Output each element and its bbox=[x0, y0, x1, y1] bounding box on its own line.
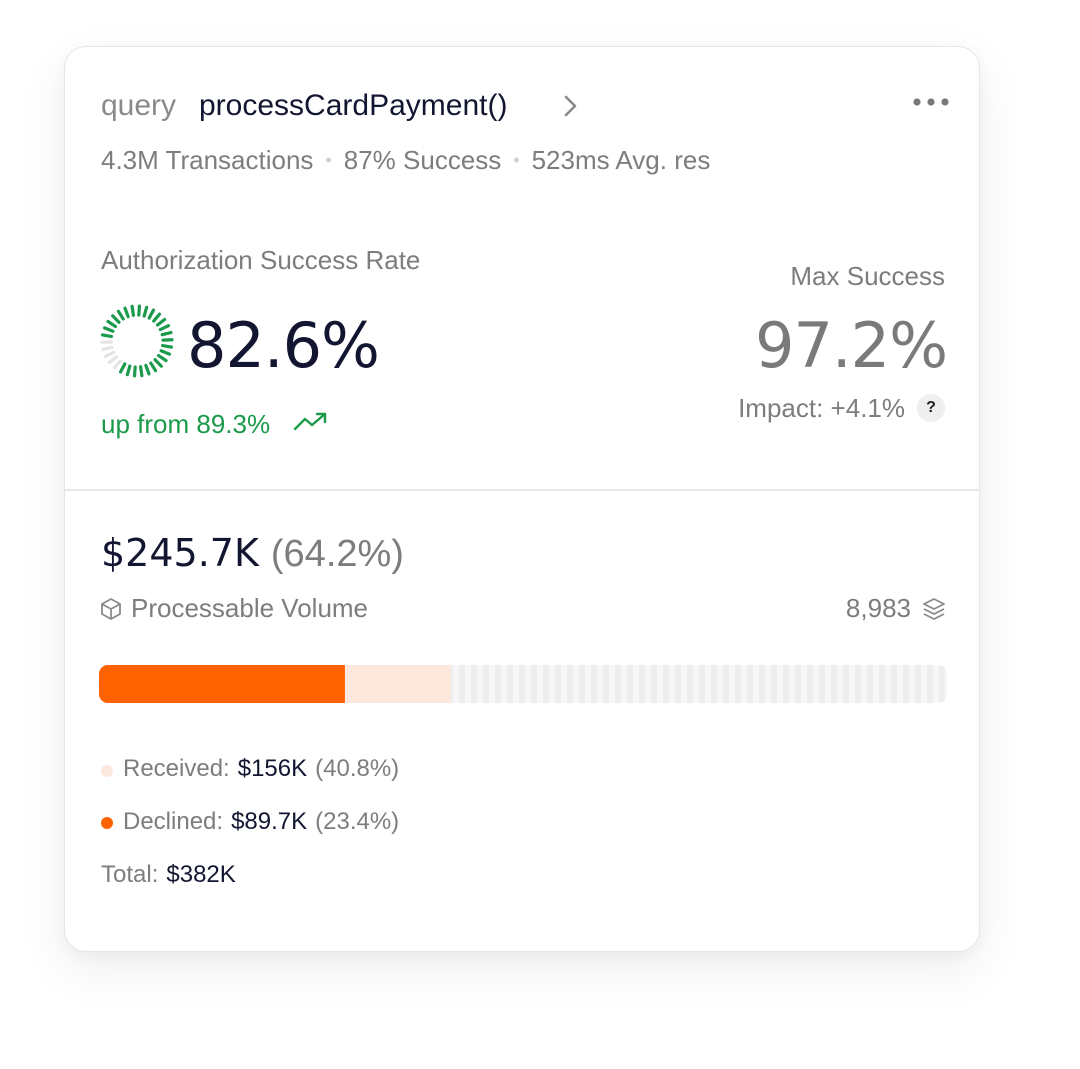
total-label: Total: bbox=[101, 861, 159, 888]
received-label: Received: bbox=[123, 755, 230, 782]
ring-tick bbox=[161, 343, 174, 349]
separator-dot: • bbox=[513, 150, 520, 170]
query-card: query processCardPayment() 4.3M Transact… bbox=[64, 46, 980, 952]
ring-tick bbox=[106, 319, 118, 329]
trend-text: up from 89.3% bbox=[101, 409, 271, 439]
ring-tick bbox=[153, 358, 163, 368]
transactions-stat: 4.3M Transactions bbox=[101, 145, 314, 175]
volume-count: 8,983 bbox=[845, 593, 911, 623]
volume-progress-bar bbox=[99, 665, 947, 703]
ring-tick bbox=[112, 359, 122, 370]
received-legend-dot bbox=[101, 765, 113, 777]
more-horizontal-icon[interactable] bbox=[911, 95, 951, 109]
total-value: $382K bbox=[166, 861, 236, 888]
volume-amount-row: $245.7K (64.2%) bbox=[101, 531, 404, 576]
impact-text: Impact: +4.1% bbox=[738, 393, 905, 423]
ring-tick bbox=[103, 350, 116, 358]
trending-up-icon bbox=[293, 412, 327, 431]
declined-row: Declined: $89.7K (23.4%) bbox=[123, 808, 399, 836]
ring-tick bbox=[144, 363, 151, 376]
ring-tick bbox=[118, 362, 127, 374]
ring-tick bbox=[149, 361, 158, 373]
section-divider bbox=[65, 489, 979, 491]
cube-icon bbox=[101, 598, 121, 620]
help-icon[interactable]: ? bbox=[917, 394, 945, 422]
ring-tick bbox=[137, 304, 142, 317]
ring-tick bbox=[102, 326, 115, 333]
ring-tick bbox=[101, 345, 114, 352]
declined-value: $89.7K bbox=[231, 808, 308, 835]
ring-tick bbox=[125, 364, 132, 377]
max-success-value: 97.2% bbox=[755, 309, 948, 382]
declined-percent: (23.4%) bbox=[315, 808, 400, 835]
auth-success-value: 82.6% bbox=[187, 309, 380, 382]
ring-tick bbox=[132, 365, 137, 378]
chevron-right-icon[interactable] bbox=[559, 91, 583, 121]
ring-tick bbox=[142, 305, 149, 318]
ring-tick bbox=[156, 353, 168, 363]
ring-tick bbox=[123, 306, 130, 319]
ring-tick bbox=[100, 333, 113, 339]
success-stat: 87% Success bbox=[343, 145, 502, 175]
ring-tick bbox=[147, 308, 156, 320]
response-time-stat: 523ms Avg. res bbox=[531, 145, 711, 175]
declined-label: Declined: bbox=[123, 808, 224, 835]
received-row: Received: $156K (40.8%) bbox=[123, 755, 399, 783]
ring-tick bbox=[111, 314, 121, 324]
max-success-label: Max Success bbox=[790, 261, 945, 291]
received-percent: (40.8%) bbox=[315, 755, 400, 782]
volume-percent: (64.2%) bbox=[270, 533, 404, 575]
query-stats: 4.3M Transactions • 87% Success • 523ms Avg.… bbox=[101, 145, 710, 176]
auth-success-label: Authorization Success Rate bbox=[101, 245, 421, 275]
ring-tick bbox=[160, 330, 173, 337]
ring-tick bbox=[107, 355, 119, 365]
ring-tick bbox=[139, 365, 144, 378]
declined-legend-dot bbox=[101, 817, 113, 829]
ring-tick bbox=[158, 324, 171, 332]
volume-amount: $245.7K bbox=[101, 531, 259, 575]
bar-declined-segment bbox=[99, 665, 345, 703]
total-row: Total: $382K bbox=[101, 861, 236, 889]
ring-tick bbox=[155, 317, 167, 327]
separator-dot: • bbox=[325, 150, 332, 170]
received-value: $156K bbox=[237, 755, 308, 782]
layers-icon bbox=[923, 598, 945, 620]
query-name[interactable]: processCardPayment() bbox=[199, 89, 507, 123]
ring-tick bbox=[116, 309, 125, 321]
ring-tick bbox=[130, 304, 135, 317]
progress-ring-icon bbox=[100, 304, 174, 378]
ring-tick bbox=[159, 349, 172, 356]
query-prefix: query bbox=[101, 89, 177, 122]
ring-tick bbox=[152, 312, 162, 323]
volume-label: Processable Volume bbox=[131, 593, 369, 623]
